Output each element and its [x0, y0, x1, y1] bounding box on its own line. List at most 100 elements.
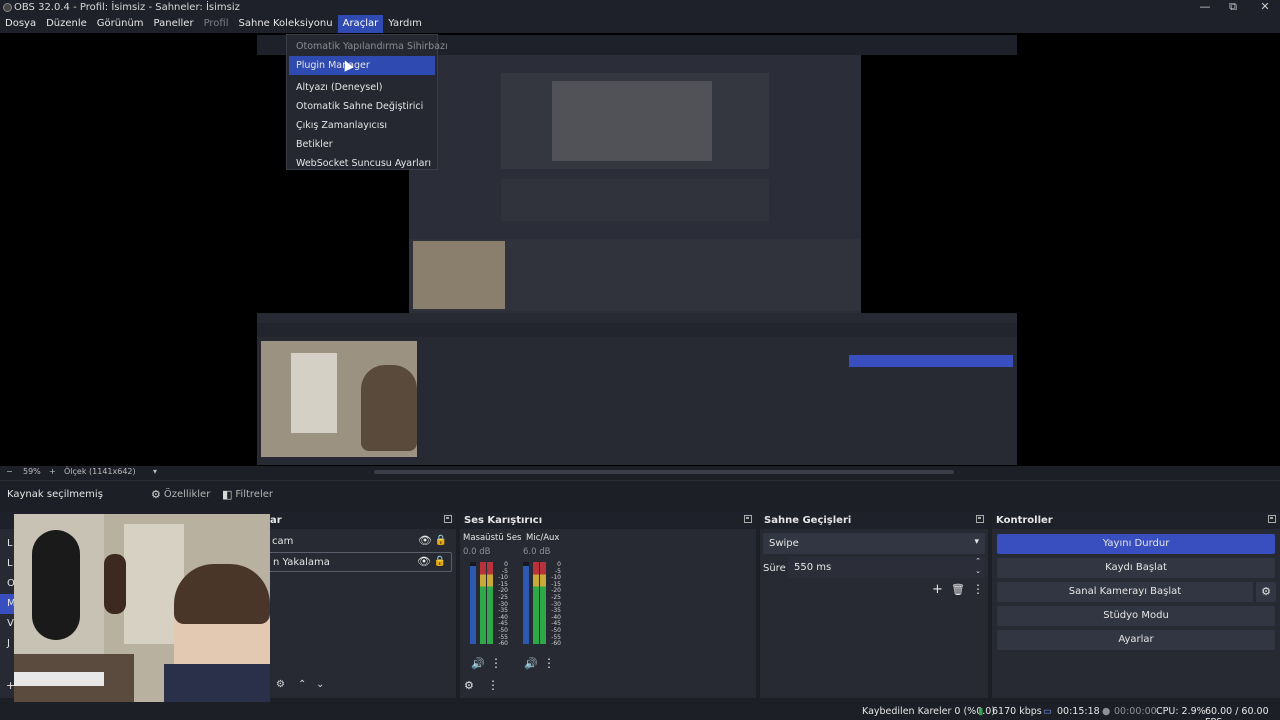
menu-item-captions[interactable]: Altyazı (Deneysel)	[287, 78, 437, 97]
stop-stream-button[interactable]: Yayını Durdur	[997, 534, 1275, 554]
undock-icon[interactable]	[744, 515, 752, 523]
source-row-selected[interactable]: n Yakalama 👁 🔒	[268, 552, 452, 572]
dropped-frames: Kaybedilen Kareler 0 (%0.0)	[862, 706, 996, 717]
start-recording-button[interactable]: Kaydı Başlat	[997, 558, 1275, 578]
menu-duzenle[interactable]: Düzenle	[41, 15, 92, 33]
scene-list-letters: L L O M V J	[0, 534, 16, 654]
undock-icon[interactable]	[1268, 515, 1276, 523]
scene-item[interactable]: L	[0, 554, 14, 574]
duration-label: Süre	[763, 563, 786, 574]
scene-item-selected[interactable]: M	[0, 594, 16, 614]
more-icon[interactable]: ⋮	[972, 582, 984, 596]
transitions-header: Sahne Geçişleri	[760, 512, 988, 529]
stream-icon: ▭	[1043, 706, 1052, 717]
trash-icon[interactable]: 🗑	[951, 583, 965, 596]
stepper-up-icon[interactable]: ⌃	[975, 557, 981, 565]
close-button[interactable]: ✕	[1250, 0, 1280, 15]
lock-icon[interactable]: 🔒	[434, 556, 446, 567]
menu-sahne-koleksiyonu[interactable]: Sahne Koleksiyonu	[234, 15, 338, 33]
fps: 60.00 / 60.00 FPS	[1205, 706, 1269, 720]
scene-item[interactable]: O	[0, 574, 15, 594]
zoom-in-button[interactable]: +	[49, 467, 56, 476]
channel-level: 0.0 dB	[463, 547, 491, 557]
source-row[interactable]: cam 👁 🔒	[268, 532, 452, 552]
controls-title: Kontroller	[996, 515, 1053, 526]
gear-icon: ⚙	[151, 488, 161, 501]
menu-paneller[interactable]: Paneller	[149, 15, 199, 33]
gear-icon[interactable]: ⚙	[276, 679, 285, 690]
filter-icon: ◧	[222, 488, 233, 501]
more-icon[interactable]: ⋮	[490, 656, 502, 670]
filters-button[interactable]: ◧ Filtreler	[222, 488, 273, 501]
menu-item-plugin-manager[interactable]: Plugin Manager	[289, 56, 435, 75]
properties-button[interactable]: ⚙ Özellikler	[151, 488, 210, 501]
preview-canvas[interactable]: Otomatik Yapılandırma Sihirbazı Plugin M…	[0, 33, 1280, 466]
menu-profil[interactable]: Profil	[199, 15, 234, 33]
menu-item-auto-config[interactable]: Otomatik Yapılandırma Sihirbazı	[287, 37, 448, 56]
settings-button[interactable]: Ayarlar	[997, 630, 1275, 650]
lock-icon[interactable]: 🔒	[435, 535, 447, 546]
add-transition-icon[interactable]: +	[932, 582, 943, 597]
audio-meter	[480, 562, 486, 644]
status-bar: Kaybedilen Kareler 0 (%0.0) ▮ 6170 kbps …	[0, 702, 1280, 720]
source-name: cam	[272, 536, 294, 547]
volume-fader[interactable]	[523, 562, 529, 644]
menu-item-output-timer[interactable]: Çıkış Zamanlayıcısı	[287, 116, 437, 135]
controls-dock: Kontroller Yayını Durdur Kaydı Başlat Sa…	[992, 512, 1280, 698]
stepper-down-icon[interactable]: ⌄	[975, 567, 981, 575]
transition-select[interactable]: Swipe ▾	[763, 533, 985, 554]
gear-icon[interactable]: ⚙	[1256, 582, 1276, 602]
menu-item-websocket[interactable]: WebSocket Suncusu Ayarları	[287, 154, 437, 173]
sources-title: ar	[270, 515, 282, 526]
audio-meter	[487, 562, 493, 644]
menu-gorunum[interactable]: Görünüm	[92, 15, 149, 33]
transitions-dock: Sahne Geçişleri Swipe ▾ Süre 550 ms ⌃ ⌄ …	[760, 512, 988, 698]
undock-icon[interactable]	[444, 515, 452, 523]
menu-item-scripts[interactable]: Betikler	[287, 135, 437, 154]
cpu-usage: CPU: 2.9%	[1156, 706, 1206, 717]
webcam-overlay	[14, 514, 270, 706]
window-title: OBS 32.0.4 - Profil: İsimsiz - Sahneler:…	[14, 2, 240, 13]
menu-bar: Dosya Düzenle Görünüm Paneller Profil Sa…	[0, 15, 1280, 33]
channel-name: Mic/Aux	[526, 533, 560, 543]
menu-item-scene-switcher[interactable]: Otomatik Sahne Değiştirici	[287, 97, 437, 116]
scene-item[interactable]: V	[0, 614, 14, 634]
more-icon[interactable]: ⋮	[487, 678, 499, 692]
scene-item[interactable]: L	[0, 534, 14, 554]
record-time: 00:00:00	[1114, 706, 1157, 717]
start-virtual-camera-button[interactable]: Sanal Kamerayı Başlat	[997, 582, 1253, 602]
eye-icon[interactable]: 👁	[418, 534, 432, 547]
menu-araclar[interactable]: Araçlar	[337, 15, 384, 33]
chevron-down-icon: ▾	[974, 537, 979, 547]
scene-item[interactable]: J	[0, 634, 14, 654]
studio-mode-button[interactable]: Stüdyo Modu	[997, 606, 1275, 626]
duration-stepper[interactable]: 550 ms ⌃ ⌄	[788, 557, 985, 578]
speaker-icon[interactable]: 🔊	[471, 657, 485, 670]
move-up-icon[interactable]: ⌃	[298, 679, 306, 690]
move-down-icon[interactable]: ⌄	[316, 679, 324, 690]
undock-icon[interactable]	[976, 515, 984, 523]
scale-select[interactable]: Ölçek (1141x642)	[64, 467, 136, 476]
tools-menu: Otomatik Yapılandırma Sihirbazı Plugin M…	[286, 34, 448, 173]
zoom-out-button[interactable]: −	[6, 467, 13, 476]
stream-time: 00:15:18	[1057, 706, 1100, 717]
gear-icon[interactable]: ⚙	[464, 679, 474, 692]
mixer-title: Ses Karıştırıcı	[464, 515, 543, 526]
transitions-title: Sahne Geçişleri	[764, 515, 852, 526]
signal-icon: ▮	[978, 706, 984, 717]
eye-icon[interactable]: 👁	[417, 555, 431, 568]
volume-fader[interactable]	[470, 562, 476, 644]
menu-yardim[interactable]: Yardım	[383, 15, 427, 33]
preview-scrollbar[interactable]	[374, 470, 954, 474]
speaker-icon[interactable]: 🔊	[524, 657, 538, 670]
chevron-down-icon[interactable]: ▾	[153, 467, 157, 476]
title-bar: OBS 32.0.4 - Profil: İsimsiz - Sahneler:…	[0, 0, 1280, 15]
audio-meter	[540, 562, 546, 644]
no-source-label: Kaynak seçilmemiş	[7, 489, 103, 500]
minimize-button[interactable]: —	[1190, 0, 1220, 15]
maximize-button[interactable]: ⧉	[1218, 0, 1248, 15]
menu-dosya[interactable]: Dosya	[0, 15, 41, 33]
controls-header: Kontroller	[992, 512, 1280, 529]
context-bar: Kaynak seçilmemiş ⚙ Özellikler ◧ Filtrel…	[0, 480, 1280, 508]
more-icon[interactable]: ⋮	[543, 656, 555, 670]
